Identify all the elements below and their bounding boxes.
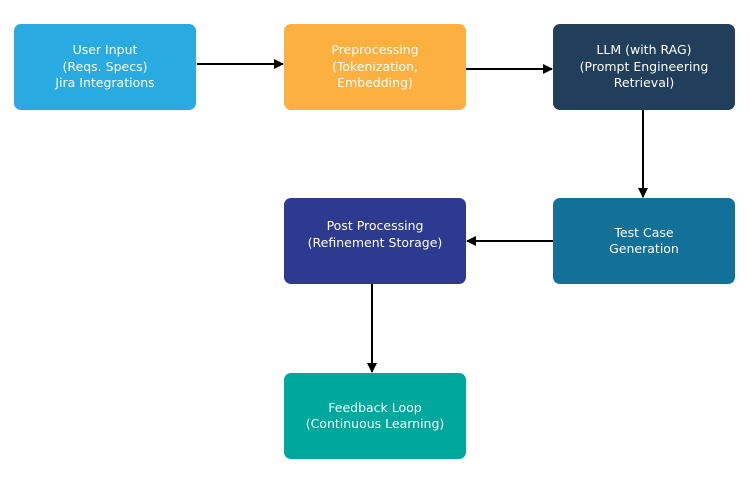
node-preprocessing: Preprocessing (Tokenization, Embedding) [284,24,466,110]
node-label: Feedback Loop [328,399,422,415]
node-label: (Prompt Engineering [579,58,709,74]
node-test-case-generation: Test Case Generation [553,198,735,284]
node-llm: LLM (with RAG) (Prompt Engineering Retri… [553,24,735,110]
node-post-processing: Post Processing (Refinement Storage) [284,198,466,284]
node-label: Test Case [614,224,674,240]
node-label: User Input [72,42,138,58]
node-label: (Refinement Storage) [307,234,443,250]
node-label: Post Processing [326,218,424,233]
node-label: (Tokenization, [331,58,419,74]
node-label: (Reqs. Specs) [62,58,148,74]
node-label: Retrieval) [613,75,675,91]
node-label: Preprocessing [331,42,419,58]
node-feedback-loop: Feedback Loop (Continuous Learning) [284,373,466,459]
node-label: Generation [609,241,679,256]
node-label: Embedding) [337,75,413,91]
node-label: (Continuous Learning) [305,416,445,431]
node-label: Jira Integrations [55,75,155,91]
node-user-input: User Input (Reqs. Specs) Jira Integratio… [14,24,196,110]
node-label: LLM (with RAG) [596,42,692,58]
